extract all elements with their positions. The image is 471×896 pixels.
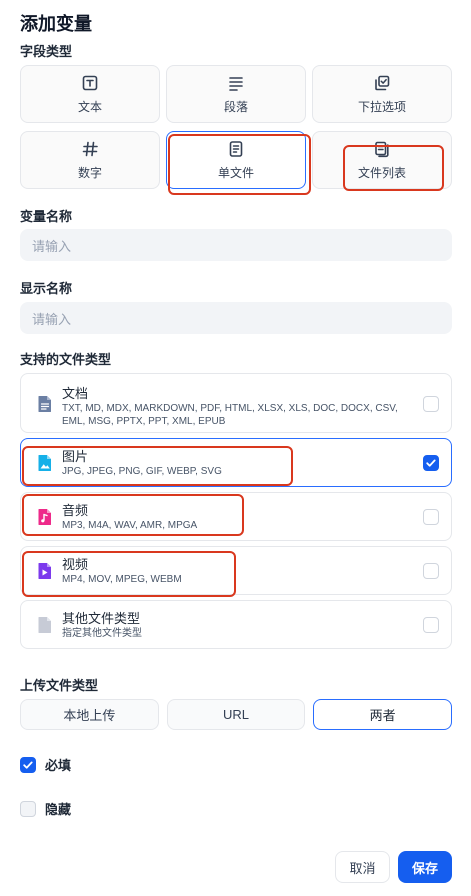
audio-icon: [38, 509, 51, 525]
field-type-label-file-list: 文件列表: [357, 165, 406, 180]
variable-name-input[interactable]: 请输入: [20, 229, 452, 261]
upload-option-local[interactable]: 本地上传: [20, 699, 159, 730]
file-types-label: 支持的文件类型: [20, 352, 112, 367]
field-type-label-single-file: 单文件: [217, 165, 254, 180]
video-icon: [38, 563, 51, 579]
file-type-document[interactable]: 文档 TXT, MD, MDX, MARKDOWN, PDF, HTML, XL…: [20, 373, 452, 433]
other-file-icon: [38, 617, 51, 633]
upload-option-both[interactable]: 两者: [313, 699, 453, 730]
field-type-file-list[interactable]: 文件列表: [312, 131, 452, 189]
file-type-checkbox[interactable]: [423, 455, 439, 471]
field-type-label-text: 文本: [77, 99, 102, 114]
file-type-desc: JPG, JPEG, PNG, GIF, WEBP, SVG: [62, 466, 222, 477]
file-type-desc: 指定其他文件类型: [62, 628, 142, 639]
field-type-label-number: 数字: [77, 165, 102, 180]
file-list-icon: [375, 141, 389, 157]
required-checkbox[interactable]: [20, 756, 36, 773]
field-type-grid: 文本 段落 下拉选项 数字 单文件 文件列表: [20, 65, 452, 189]
file-type-list: 文档 TXT, MD, MDX, MARKDOWN, PDF, HTML, XL…: [20, 373, 452, 654]
file-type-checkbox[interactable]: [423, 396, 439, 412]
hash-icon: [82, 141, 98, 156]
field-type-select[interactable]: 下拉选项: [312, 65, 452, 123]
file-type-desc: TXT, MD, MDX, MARKDOWN, PDF, HTML, XLSX,…: [62, 403, 398, 427]
field-type-label: 字段类型: [20, 44, 73, 59]
file-type-name: 图片: [62, 449, 89, 464]
required-label: 必填: [45, 758, 72, 773]
select-icon: [375, 75, 390, 90]
hidden-label: 隐藏: [45, 802, 72, 817]
file-type-desc: MP3, M4A, WAV, AMR, MPGA: [62, 520, 198, 531]
hidden-toggle[interactable]: 隐藏: [20, 799, 71, 818]
field-type-text[interactable]: 文本: [20, 65, 160, 123]
field-type-label-select: 下拉选项: [357, 99, 406, 114]
file-type-audio[interactable]: 音频 MP3, M4A, WAV, AMR, MPGA: [20, 492, 452, 541]
file-icon: [229, 140, 243, 157]
check-icon: [23, 761, 33, 769]
file-type-other[interactable]: 其他文件类型 指定其他文件类型: [20, 600, 452, 649]
display-name-input[interactable]: 请输入: [20, 302, 452, 334]
upload-type-options: 本地上传 URL 两者: [20, 699, 453, 730]
cancel-button[interactable]: 取消: [335, 851, 390, 883]
file-type-desc: MP4, MOV, MPEG, WEBM: [62, 574, 182, 585]
file-type-name: 音频: [62, 503, 89, 518]
file-type-name: 视频: [62, 557, 89, 572]
save-button[interactable]: 保存: [398, 851, 452, 883]
field-type-label-paragraph: 段落: [223, 99, 248, 114]
variable-name-label: 变量名称: [20, 209, 73, 224]
field-type-number[interactable]: 数字: [20, 131, 160, 189]
required-toggle[interactable]: 必填: [20, 755, 71, 774]
upload-type-label: 上传文件类型: [20, 678, 99, 693]
field-type-single-file[interactable]: 单文件: [166, 131, 306, 189]
file-type-name: 其他文件类型: [62, 611, 141, 626]
hidden-checkbox[interactable]: [20, 800, 36, 817]
text-icon: [82, 75, 98, 90]
display-name-label: 显示名称: [20, 281, 73, 296]
file-type-checkbox[interactable]: [423, 617, 439, 633]
page-title: 添加变量: [20, 14, 92, 34]
document-icon: [38, 396, 51, 412]
field-type-paragraph[interactable]: 段落: [166, 65, 306, 123]
upload-option-url[interactable]: URL: [166, 699, 306, 730]
file-type-video[interactable]: 视频 MP4, MOV, MPEG, WEBM: [20, 546, 452, 595]
file-type-name: 文档: [62, 386, 89, 401]
file-type-checkbox[interactable]: [423, 563, 439, 579]
file-type-image[interactable]: 图片 JPG, JPEG, PNG, GIF, WEBP, SVG: [20, 438, 452, 487]
paragraph-icon: [229, 76, 243, 91]
image-icon: [38, 455, 51, 471]
check-icon: [426, 459, 436, 467]
file-type-checkbox[interactable]: [423, 509, 439, 525]
